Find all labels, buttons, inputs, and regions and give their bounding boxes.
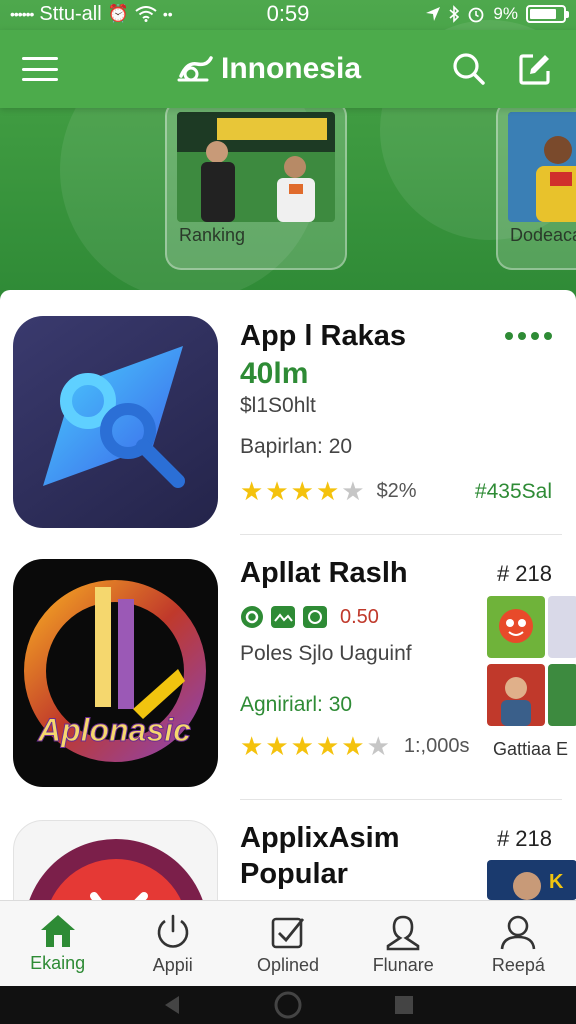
app-badge-value: 0.50 xyxy=(340,605,379,628)
tab-label: Reepá xyxy=(491,955,545,975)
app-icon xyxy=(13,316,218,528)
app-rank: # 218 xyxy=(496,826,552,851)
app-price: $l1S0hlt xyxy=(240,394,316,417)
link-badge-icon xyxy=(303,606,327,628)
list-item[interactable]: App l Rakas 40lm $l1S0hlt Bapirlan: 20 ★… xyxy=(0,290,576,535)
star-icon: ★ xyxy=(366,731,390,761)
star-icon: ★ xyxy=(240,476,264,506)
circle-badge-icon xyxy=(241,606,263,628)
tab-label: Appii xyxy=(152,955,193,975)
app-icon-text: Aplonasic xyxy=(37,712,191,748)
profile-icon xyxy=(501,915,536,950)
star-icon: ★ xyxy=(341,731,365,761)
brand-logo-icon xyxy=(177,56,213,82)
featured-image xyxy=(177,112,335,222)
star-icon: ★ xyxy=(315,731,340,761)
badge-row: 0.50 xyxy=(240,605,379,629)
screenshot-thumbnail[interactable]: K xyxy=(487,860,576,900)
app-tag: #435Sal xyxy=(474,480,552,503)
screenshot-thumbnail[interactable] xyxy=(548,596,576,658)
battery-icon xyxy=(526,5,569,23)
tab-oplined[interactable]: Oplined xyxy=(230,901,345,986)
featured-image xyxy=(508,112,576,222)
list-item[interactable]: ApplixAsim Popular # 218 K xyxy=(0,800,576,902)
rating-text: 1:,000s xyxy=(403,735,470,757)
compose-button[interactable] xyxy=(516,50,554,88)
app-name-line2: Popular xyxy=(240,858,348,890)
image-badge-icon xyxy=(271,606,295,628)
recents-icon[interactable] xyxy=(393,994,415,1016)
app-icon xyxy=(13,820,218,902)
star-icon: ★ xyxy=(315,476,340,506)
star-icon: ★ xyxy=(290,731,314,761)
search-icon xyxy=(453,53,485,85)
status-time: 0:59 xyxy=(266,1,310,26)
app-name: Apllat Raslh xyxy=(240,557,408,589)
more-options-icon[interactable] xyxy=(505,332,552,340)
top-app-bar: Innonesia xyxy=(0,30,576,108)
app-meta: Agniriarl: 30 xyxy=(240,693,353,716)
back-icon[interactable] xyxy=(161,994,183,1016)
hamburger-menu-icon[interactable] xyxy=(22,54,58,84)
rating-stars: ★ ★ ★ ★ ★ ★ 1:,000s xyxy=(240,731,469,762)
thumbnail-caption: Gattiaa E xyxy=(493,739,569,759)
status-bar: •••••• Sttu-all ⏰ •• 0:59 9% xyxy=(0,0,576,28)
checkbox-icon xyxy=(271,917,305,949)
app-icon: Aplonasic xyxy=(13,559,218,787)
edit-icon xyxy=(519,54,550,85)
tab-label: Ekaing xyxy=(30,953,86,973)
app-name: App l Rakas xyxy=(240,320,406,352)
star-icon: ★ xyxy=(341,476,365,506)
app-meta: Bapirlan: 20 xyxy=(240,435,353,458)
list-item[interactable]: Aplonasic Apllat Raslh # 218 0.50 Poles … xyxy=(0,535,576,800)
screenshot-thumbnail[interactable] xyxy=(487,664,545,726)
featured-card[interactable]: Ranking xyxy=(165,100,347,270)
star-icon: ★ xyxy=(290,476,314,506)
star-icon: ★ xyxy=(265,731,289,761)
tab-appii[interactable]: Appii xyxy=(115,901,230,986)
search-button[interactable] xyxy=(450,50,488,88)
user-outline-icon xyxy=(386,915,420,951)
tab-reepa[interactable]: Reepá xyxy=(461,901,576,986)
featured-label: Dodeaca xyxy=(510,225,576,245)
rating-text: $2% xyxy=(376,480,417,502)
tab-flunare[interactable]: Flunare xyxy=(346,901,461,986)
app-rank: # 218 xyxy=(496,561,552,586)
app-downloads: 40lm xyxy=(240,357,309,390)
star-icon: ★ xyxy=(265,476,289,506)
rating-stars: ★ ★ ★ ★ ★ $2% xyxy=(240,476,417,507)
bottom-tab-bar: Ekaing Appii Oplined Flunare Reepá xyxy=(0,900,576,986)
home-circle-icon[interactable] xyxy=(273,990,303,1020)
tab-label: Flunare xyxy=(372,955,434,975)
star-icon: ★ xyxy=(240,731,264,761)
app-list: App l Rakas 40lm $l1S0hlt Bapirlan: 20 ★… xyxy=(0,290,576,902)
app-name: ApplixAsim xyxy=(240,822,400,854)
svg-text:K: K xyxy=(549,871,564,893)
app-title: Innonesia xyxy=(220,52,362,85)
screenshot-thumbnail[interactable] xyxy=(487,596,545,658)
app-brand: Innonesia xyxy=(88,52,450,86)
power-icon xyxy=(157,914,189,948)
app-description: Poles Sjlo Uaguinf xyxy=(240,642,412,665)
screenshot-thumbnail[interactable] xyxy=(548,664,576,726)
featured-label: Ranking xyxy=(179,225,246,245)
tab-ekaing[interactable]: Ekaing xyxy=(0,901,115,986)
tab-label: Oplined xyxy=(256,955,320,975)
featured-card[interactable]: Dodeaca xyxy=(496,100,576,270)
home-icon xyxy=(40,915,75,947)
system-navigation-bar xyxy=(0,986,576,1024)
